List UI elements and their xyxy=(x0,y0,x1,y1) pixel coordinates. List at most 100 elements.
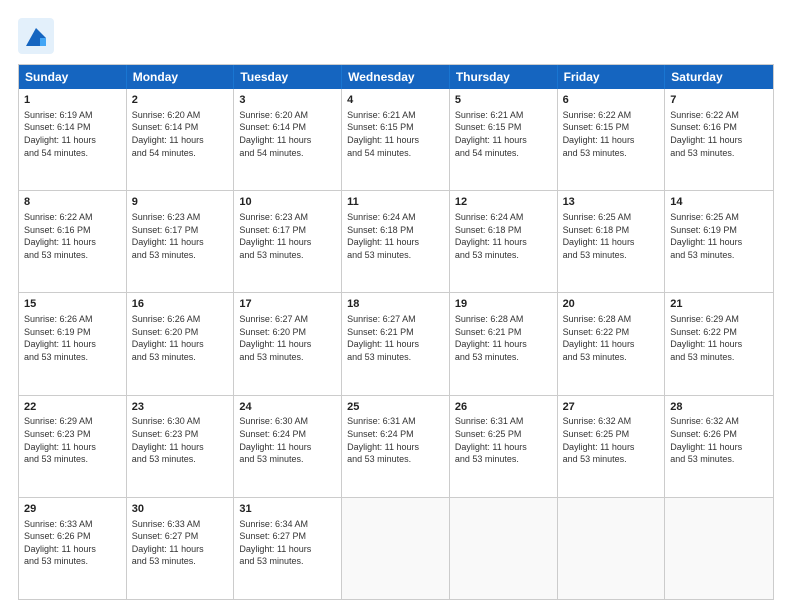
day-number: 16 xyxy=(132,297,229,312)
day-number: 24 xyxy=(239,400,336,415)
day-number: 11 xyxy=(347,195,444,210)
cell-info: Sunrise: 6:27 AM Sunset: 6:21 PM Dayligh… xyxy=(347,313,444,363)
calendar-cell: 9Sunrise: 6:23 AM Sunset: 6:17 PM Daylig… xyxy=(127,191,235,292)
calendar-cell: 27Sunrise: 6:32 AM Sunset: 6:25 PM Dayli… xyxy=(558,396,666,497)
day-number: 23 xyxy=(132,400,229,415)
calendar-cell: 23Sunrise: 6:30 AM Sunset: 6:23 PM Dayli… xyxy=(127,396,235,497)
cell-info: Sunrise: 6:28 AM Sunset: 6:21 PM Dayligh… xyxy=(455,313,552,363)
calendar-cell: 19Sunrise: 6:28 AM Sunset: 6:21 PM Dayli… xyxy=(450,293,558,394)
day-number: 1 xyxy=(24,93,121,108)
header xyxy=(18,18,774,54)
header-day-thursday: Thursday xyxy=(450,65,558,89)
day-number: 6 xyxy=(563,93,660,108)
cell-info: Sunrise: 6:23 AM Sunset: 6:17 PM Dayligh… xyxy=(132,211,229,261)
cell-info: Sunrise: 6:20 AM Sunset: 6:14 PM Dayligh… xyxy=(239,109,336,159)
cell-info: Sunrise: 6:32 AM Sunset: 6:25 PM Dayligh… xyxy=(563,415,660,465)
cell-info: Sunrise: 6:19 AM Sunset: 6:14 PM Dayligh… xyxy=(24,109,121,159)
cell-info: Sunrise: 6:26 AM Sunset: 6:19 PM Dayligh… xyxy=(24,313,121,363)
day-number: 27 xyxy=(563,400,660,415)
calendar-row-2: 8Sunrise: 6:22 AM Sunset: 6:16 PM Daylig… xyxy=(19,190,773,292)
calendar-cell: 28Sunrise: 6:32 AM Sunset: 6:26 PM Dayli… xyxy=(665,396,773,497)
cell-info: Sunrise: 6:31 AM Sunset: 6:24 PM Dayligh… xyxy=(347,415,444,465)
calendar-cell xyxy=(342,498,450,599)
day-number: 21 xyxy=(670,297,768,312)
day-number: 4 xyxy=(347,93,444,108)
cell-info: Sunrise: 6:21 AM Sunset: 6:15 PM Dayligh… xyxy=(347,109,444,159)
calendar-header: SundayMondayTuesdayWednesdayThursdayFrid… xyxy=(19,65,773,89)
calendar-row-4: 22Sunrise: 6:29 AM Sunset: 6:23 PM Dayli… xyxy=(19,395,773,497)
calendar-cell xyxy=(558,498,666,599)
day-number: 19 xyxy=(455,297,552,312)
day-number: 30 xyxy=(132,502,229,517)
day-number: 5 xyxy=(455,93,552,108)
calendar-cell: 8Sunrise: 6:22 AM Sunset: 6:16 PM Daylig… xyxy=(19,191,127,292)
calendar-cell: 22Sunrise: 6:29 AM Sunset: 6:23 PM Dayli… xyxy=(19,396,127,497)
calendar-cell: 10Sunrise: 6:23 AM Sunset: 6:17 PM Dayli… xyxy=(234,191,342,292)
cell-info: Sunrise: 6:22 AM Sunset: 6:15 PM Dayligh… xyxy=(563,109,660,159)
cell-info: Sunrise: 6:20 AM Sunset: 6:14 PM Dayligh… xyxy=(132,109,229,159)
cell-info: Sunrise: 6:22 AM Sunset: 6:16 PM Dayligh… xyxy=(670,109,768,159)
calendar-cell xyxy=(665,498,773,599)
cell-info: Sunrise: 6:27 AM Sunset: 6:20 PM Dayligh… xyxy=(239,313,336,363)
calendar: SundayMondayTuesdayWednesdayThursdayFrid… xyxy=(18,64,774,600)
cell-info: Sunrise: 6:24 AM Sunset: 6:18 PM Dayligh… xyxy=(455,211,552,261)
calendar-row-3: 15Sunrise: 6:26 AM Sunset: 6:19 PM Dayli… xyxy=(19,292,773,394)
page: SundayMondayTuesdayWednesdayThursdayFrid… xyxy=(0,0,792,612)
logo-icon xyxy=(18,18,54,54)
day-number: 15 xyxy=(24,297,121,312)
cell-info: Sunrise: 6:25 AM Sunset: 6:18 PM Dayligh… xyxy=(563,211,660,261)
calendar-cell: 24Sunrise: 6:30 AM Sunset: 6:24 PM Dayli… xyxy=(234,396,342,497)
calendar-cell: 6Sunrise: 6:22 AM Sunset: 6:15 PM Daylig… xyxy=(558,89,666,190)
cell-info: Sunrise: 6:30 AM Sunset: 6:23 PM Dayligh… xyxy=(132,415,229,465)
day-number: 25 xyxy=(347,400,444,415)
calendar-cell: 4Sunrise: 6:21 AM Sunset: 6:15 PM Daylig… xyxy=(342,89,450,190)
calendar-cell: 14Sunrise: 6:25 AM Sunset: 6:19 PM Dayli… xyxy=(665,191,773,292)
header-day-tuesday: Tuesday xyxy=(234,65,342,89)
day-number: 8 xyxy=(24,195,121,210)
cell-info: Sunrise: 6:33 AM Sunset: 6:27 PM Dayligh… xyxy=(132,518,229,568)
cell-info: Sunrise: 6:23 AM Sunset: 6:17 PM Dayligh… xyxy=(239,211,336,261)
calendar-body: 1Sunrise: 6:19 AM Sunset: 6:14 PM Daylig… xyxy=(19,89,773,599)
day-number: 26 xyxy=(455,400,552,415)
calendar-cell: 17Sunrise: 6:27 AM Sunset: 6:20 PM Dayli… xyxy=(234,293,342,394)
day-number: 7 xyxy=(670,93,768,108)
day-number: 3 xyxy=(239,93,336,108)
calendar-cell: 12Sunrise: 6:24 AM Sunset: 6:18 PM Dayli… xyxy=(450,191,558,292)
calendar-cell: 21Sunrise: 6:29 AM Sunset: 6:22 PM Dayli… xyxy=(665,293,773,394)
calendar-cell: 7Sunrise: 6:22 AM Sunset: 6:16 PM Daylig… xyxy=(665,89,773,190)
day-number: 31 xyxy=(239,502,336,517)
day-number: 12 xyxy=(455,195,552,210)
day-number: 22 xyxy=(24,400,121,415)
calendar-row-1: 1Sunrise: 6:19 AM Sunset: 6:14 PM Daylig… xyxy=(19,89,773,190)
calendar-cell: 16Sunrise: 6:26 AM Sunset: 6:20 PM Dayli… xyxy=(127,293,235,394)
calendar-cell: 25Sunrise: 6:31 AM Sunset: 6:24 PM Dayli… xyxy=(342,396,450,497)
header-day-sunday: Sunday xyxy=(19,65,127,89)
calendar-cell: 29Sunrise: 6:33 AM Sunset: 6:26 PM Dayli… xyxy=(19,498,127,599)
header-day-wednesday: Wednesday xyxy=(342,65,450,89)
day-number: 17 xyxy=(239,297,336,312)
calendar-cell: 5Sunrise: 6:21 AM Sunset: 6:15 PM Daylig… xyxy=(450,89,558,190)
calendar-cell: 3Sunrise: 6:20 AM Sunset: 6:14 PM Daylig… xyxy=(234,89,342,190)
calendar-cell: 2Sunrise: 6:20 AM Sunset: 6:14 PM Daylig… xyxy=(127,89,235,190)
calendar-cell: 20Sunrise: 6:28 AM Sunset: 6:22 PM Dayli… xyxy=(558,293,666,394)
calendar-cell xyxy=(450,498,558,599)
day-number: 13 xyxy=(563,195,660,210)
cell-info: Sunrise: 6:29 AM Sunset: 6:22 PM Dayligh… xyxy=(670,313,768,363)
calendar-cell: 1Sunrise: 6:19 AM Sunset: 6:14 PM Daylig… xyxy=(19,89,127,190)
calendar-cell: 18Sunrise: 6:27 AM Sunset: 6:21 PM Dayli… xyxy=(342,293,450,394)
cell-info: Sunrise: 6:22 AM Sunset: 6:16 PM Dayligh… xyxy=(24,211,121,261)
cell-info: Sunrise: 6:30 AM Sunset: 6:24 PM Dayligh… xyxy=(239,415,336,465)
cell-info: Sunrise: 6:25 AM Sunset: 6:19 PM Dayligh… xyxy=(670,211,768,261)
day-number: 14 xyxy=(670,195,768,210)
day-number: 18 xyxy=(347,297,444,312)
header-day-monday: Monday xyxy=(127,65,235,89)
calendar-cell: 31Sunrise: 6:34 AM Sunset: 6:27 PM Dayli… xyxy=(234,498,342,599)
day-number: 29 xyxy=(24,502,121,517)
header-day-friday: Friday xyxy=(558,65,666,89)
cell-info: Sunrise: 6:31 AM Sunset: 6:25 PM Dayligh… xyxy=(455,415,552,465)
cell-info: Sunrise: 6:32 AM Sunset: 6:26 PM Dayligh… xyxy=(670,415,768,465)
calendar-cell: 26Sunrise: 6:31 AM Sunset: 6:25 PM Dayli… xyxy=(450,396,558,497)
cell-info: Sunrise: 6:33 AM Sunset: 6:26 PM Dayligh… xyxy=(24,518,121,568)
day-number: 28 xyxy=(670,400,768,415)
cell-info: Sunrise: 6:34 AM Sunset: 6:27 PM Dayligh… xyxy=(239,518,336,568)
